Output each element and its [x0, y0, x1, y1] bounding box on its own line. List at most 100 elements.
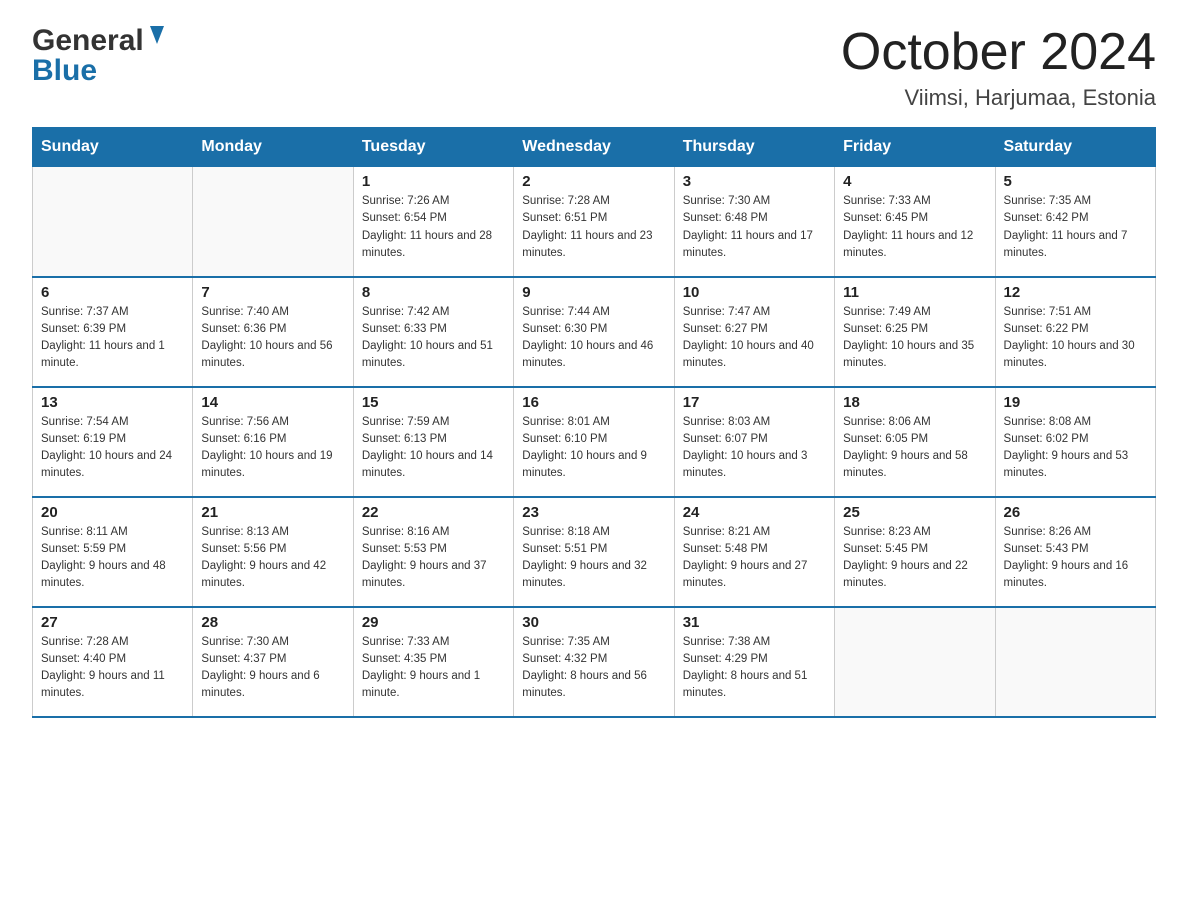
day-info: Sunrise: 7:47 AMSunset: 6:27 PMDaylight:…	[683, 304, 826, 373]
day-number: 19	[1004, 394, 1147, 411]
day-number: 28	[201, 614, 344, 631]
calendar-cell: 11 Sunrise: 7:49 AMSunset: 6:25 PMDayligh…	[835, 277, 995, 387]
day-of-week-sunday: Sunday	[33, 128, 193, 167]
day-number: 27	[41, 614, 184, 631]
day-info: Sunrise: 7:28 AMSunset: 6:51 PMDaylight:…	[522, 193, 665, 262]
day-info: Sunrise: 7:37 AMSunset: 6:39 PMDaylight:…	[41, 304, 184, 373]
day-number: 29	[362, 614, 505, 631]
day-number: 10	[683, 284, 826, 301]
calendar-cell: 20Sunrise: 8:11 AMSunset: 5:59 PMDayligh…	[33, 497, 193, 607]
day-number: 21	[201, 504, 344, 521]
day-number: 26	[1004, 504, 1147, 521]
day-number: 3	[683, 173, 826, 190]
day-info: Sunrise: 7:33 AMSunset: 4:35 PMDaylight:…	[362, 634, 505, 703]
day-number: 8	[362, 284, 505, 301]
day-number: 15	[362, 394, 505, 411]
day-info: Sunrise: 7:59 AMSunset: 6:13 PMDaylight:…	[362, 414, 505, 483]
calendar-cell: 9Sunrise: 7:44 AMSunset: 6:30 PMDaylight…	[514, 277, 674, 387]
day-of-week-tuesday: Tuesday	[353, 128, 513, 167]
calendar-cell: 27 Sunrise: 7:28 AMSunset: 4:40 PMDayligh…	[33, 607, 193, 717]
calendar-cell: 12 Sunrise: 7:51 AMSunset: 6:22 PMDayligh…	[995, 277, 1155, 387]
logo-blue-text: Blue	[32, 54, 97, 88]
calendar-cell: 13 Sunrise: 7:54 AMSunset: 6:19 PMDayligh…	[33, 387, 193, 497]
day-info: Sunrise: 7:42 AMSunset: 6:33 PMDaylight:…	[362, 304, 505, 373]
day-number: 11	[843, 284, 986, 301]
week-row-5: 27 Sunrise: 7:28 AMSunset: 4:40 PMDayligh…	[33, 607, 1156, 717]
day-info: Sunrise: 7:40 AMSunset: 6:36 PMDaylight:…	[201, 304, 344, 373]
calendar-cell: 6 Sunrise: 7:37 AMSunset: 6:39 PMDaylight…	[33, 277, 193, 387]
calendar-cell	[33, 167, 193, 277]
calendar-cell: 29 Sunrise: 7:33 AMSunset: 4:35 PMDayligh…	[353, 607, 513, 717]
calendar-cell: 7 Sunrise: 7:40 AMSunset: 6:36 PMDaylight…	[193, 277, 353, 387]
day-number: 1	[362, 173, 505, 190]
week-row-3: 13 Sunrise: 7:54 AMSunset: 6:19 PMDayligh…	[33, 387, 1156, 497]
week-row-2: 6 Sunrise: 7:37 AMSunset: 6:39 PMDaylight…	[33, 277, 1156, 387]
calendar-cell: 14 Sunrise: 7:56 AMSunset: 6:16 PMDayligh…	[193, 387, 353, 497]
title-section: October 2024 Viimsi, Harjumaa, Estonia	[841, 24, 1156, 111]
day-info: Sunrise: 8:08 AMSunset: 6:02 PMDaylight:…	[1004, 414, 1147, 483]
day-info: Sunrise: 7:49 AMSunset: 6:25 PMDaylight:…	[843, 304, 986, 373]
calendar-cell: 4Sunrise: 7:33 AMSunset: 6:45 PMDaylight…	[835, 167, 995, 277]
day-info: Sunrise: 7:35 AMSunset: 6:42 PMDaylight:…	[1004, 193, 1147, 262]
month-title: October 2024	[841, 24, 1156, 81]
day-number: 30	[522, 614, 665, 631]
day-info: Sunrise: 7:30 AMSunset: 4:37 PMDaylight:…	[201, 634, 344, 703]
day-info: Sunrise: 8:01 AMSunset: 6:10 PMDaylight:…	[522, 414, 665, 483]
calendar-cell: 31Sunrise: 7:38 AMSunset: 4:29 PMDayligh…	[674, 607, 834, 717]
calendar-cell: 3Sunrise: 7:30 AMSunset: 6:48 PMDaylight…	[674, 167, 834, 277]
day-info: Sunrise: 8:21 AMSunset: 5:48 PMDaylight:…	[683, 524, 826, 593]
day-number: 7	[201, 284, 344, 301]
calendar-cell: 23 Sunrise: 8:18 AMSunset: 5:51 PMDayligh…	[514, 497, 674, 607]
logo-triangle-icon	[146, 24, 168, 46]
day-number: 9	[522, 284, 665, 301]
day-number: 18	[843, 394, 986, 411]
day-number: 13	[41, 394, 184, 411]
day-number: 31	[683, 614, 826, 631]
logo-general-text: General	[32, 24, 144, 58]
day-info: Sunrise: 7:26 AMSunset: 6:54 PMDaylight:…	[362, 193, 505, 262]
location-text: Viimsi, Harjumaa, Estonia	[841, 85, 1156, 111]
calendar-cell: 15 Sunrise: 7:59 AMSunset: 6:13 PMDayligh…	[353, 387, 513, 497]
day-info: Sunrise: 8:13 AMSunset: 5:56 PMDaylight:…	[201, 524, 344, 593]
page-header: General Blue October 2024 Viimsi, Harjum…	[32, 24, 1156, 111]
calendar-cell: 2 Sunrise: 7:28 AMSunset: 6:51 PMDaylight…	[514, 167, 674, 277]
day-of-week-friday: Friday	[835, 128, 995, 167]
day-number: 22	[362, 504, 505, 521]
day-number: 5	[1004, 173, 1147, 190]
day-number: 16	[522, 394, 665, 411]
day-number: 25	[843, 504, 986, 521]
day-of-week-thursday: Thursday	[674, 128, 834, 167]
calendar-cell: 1 Sunrise: 7:26 AMSunset: 6:54 PMDaylight…	[353, 167, 513, 277]
calendar-cell: 28 Sunrise: 7:30 AMSunset: 4:37 PMDayligh…	[193, 607, 353, 717]
day-number: 17	[683, 394, 826, 411]
day-of-week-wednesday: Wednesday	[514, 128, 674, 167]
day-info: Sunrise: 7:33 AMSunset: 6:45 PMDaylight:…	[843, 193, 986, 262]
calendar-cell: 16 Sunrise: 8:01 AMSunset: 6:10 PMDayligh…	[514, 387, 674, 497]
day-number: 6	[41, 284, 184, 301]
day-number: 23	[522, 504, 665, 521]
day-info: Sunrise: 8:18 AMSunset: 5:51 PMDaylight:…	[522, 524, 665, 593]
calendar-cell: 8 Sunrise: 7:42 AMSunset: 6:33 PMDaylight…	[353, 277, 513, 387]
day-number: 12	[1004, 284, 1147, 301]
day-number: 14	[201, 394, 344, 411]
day-number: 20	[41, 504, 184, 521]
day-info: Sunrise: 7:35 AMSunset: 4:32 PMDaylight:…	[522, 634, 665, 703]
calendar-cell: 24 Sunrise: 8:21 AMSunset: 5:48 PMDayligh…	[674, 497, 834, 607]
calendar-cell: 5 Sunrise: 7:35 AMSunset: 6:42 PMDaylight…	[995, 167, 1155, 277]
calendar-cell: 18 Sunrise: 8:06 AMSunset: 6:05 PMDayligh…	[835, 387, 995, 497]
day-number: 24	[683, 504, 826, 521]
calendar-cell: 25 Sunrise: 8:23 AMSunset: 5:45 PMDayligh…	[835, 497, 995, 607]
day-info: Sunrise: 8:03 AMSunset: 6:07 PMDaylight:…	[683, 414, 826, 483]
week-row-1: 1 Sunrise: 7:26 AMSunset: 6:54 PMDaylight…	[33, 167, 1156, 277]
day-info: Sunrise: 8:23 AMSunset: 5:45 PMDaylight:…	[843, 524, 986, 593]
day-info: Sunrise: 7:56 AMSunset: 6:16 PMDaylight:…	[201, 414, 344, 483]
day-info: Sunrise: 7:51 AMSunset: 6:22 PMDaylight:…	[1004, 304, 1147, 373]
calendar-cell	[995, 607, 1155, 717]
logo: General Blue	[32, 24, 168, 88]
calendar-cell: 21 Sunrise: 8:13 AMSunset: 5:56 PMDayligh…	[193, 497, 353, 607]
day-number: 2	[522, 173, 665, 190]
day-info: Sunrise: 7:54 AMSunset: 6:19 PMDaylight:…	[41, 414, 184, 483]
calendar-cell	[835, 607, 995, 717]
day-info: Sunrise: 8:06 AMSunset: 6:05 PMDaylight:…	[843, 414, 986, 483]
day-info: Sunrise: 7:28 AMSunset: 4:40 PMDaylight:…	[41, 634, 184, 703]
